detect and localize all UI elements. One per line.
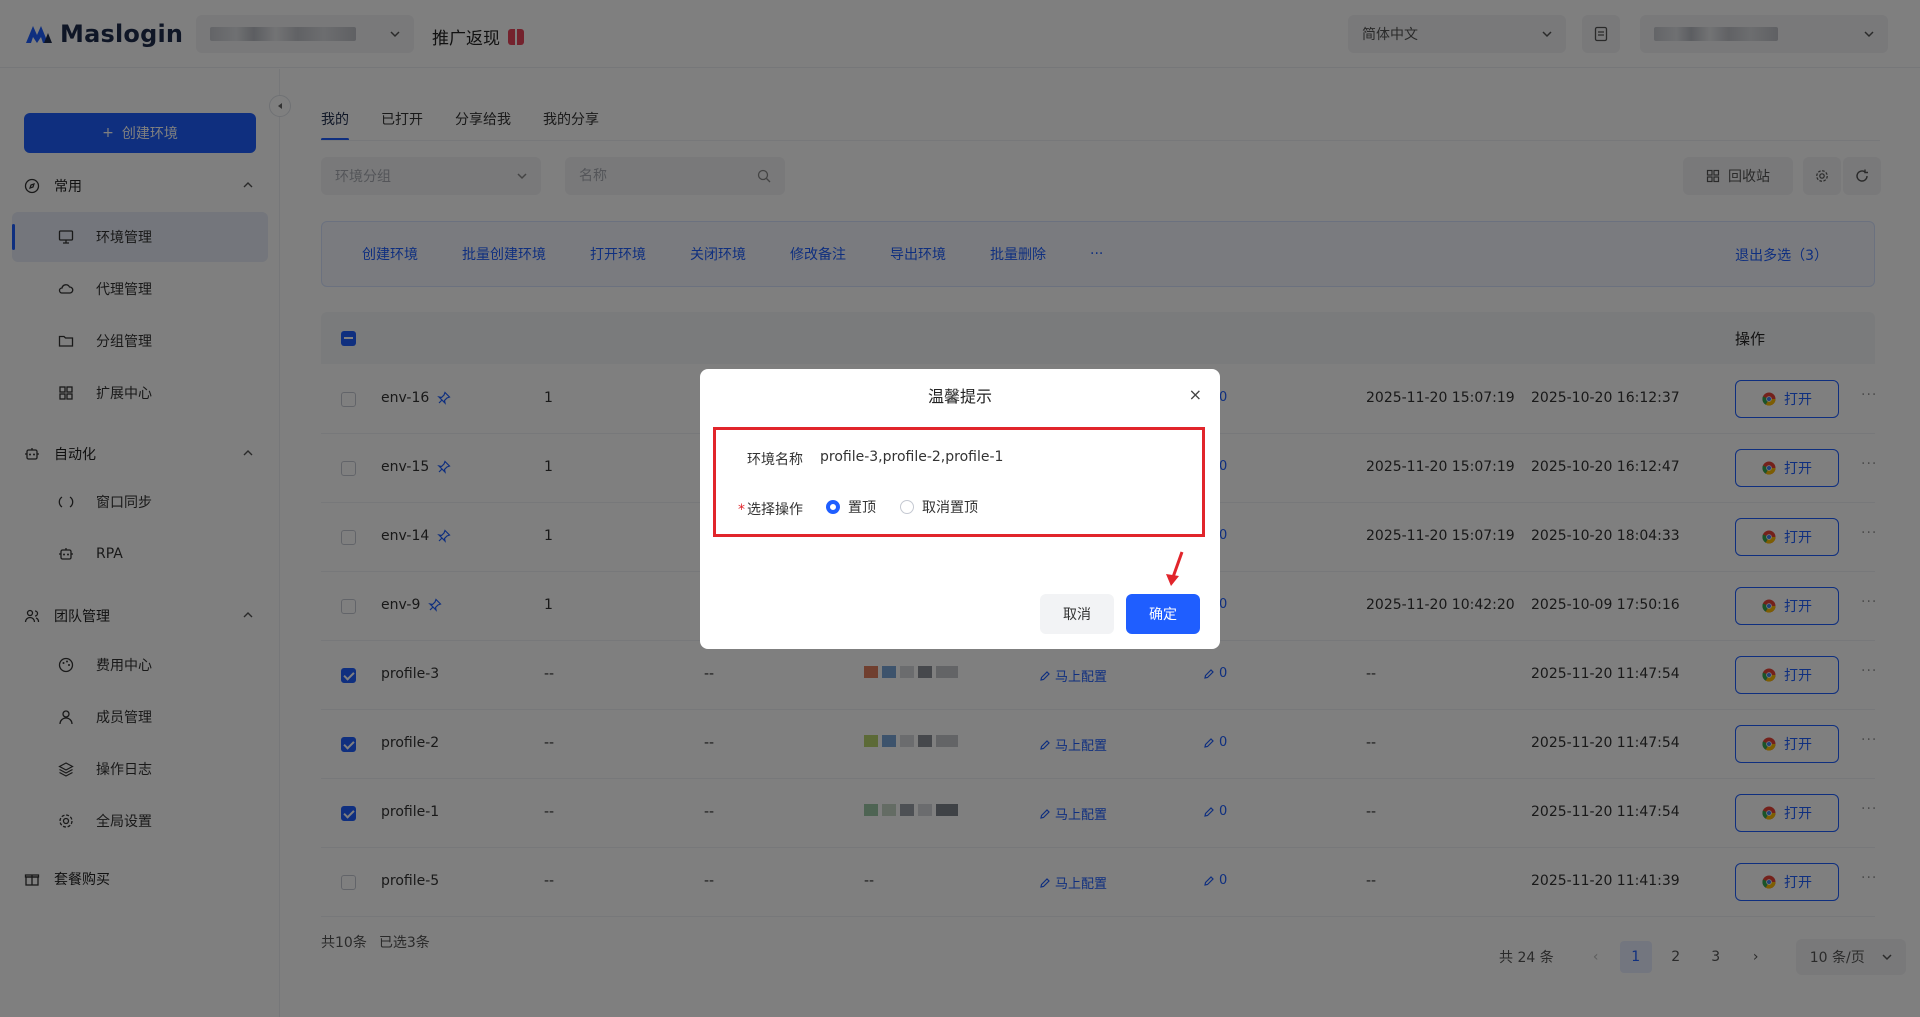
radio-label: 置顶 xyxy=(848,500,876,516)
cancel-button[interactable]: 取消 xyxy=(1040,594,1114,634)
confirm-button[interactable]: 确定 xyxy=(1126,594,1200,634)
radio-unpin[interactable]: 取消置顶 xyxy=(900,497,978,517)
select-operation-label: * 选择操作 xyxy=(738,499,803,519)
radio-unselected-icon xyxy=(900,500,914,514)
dialog-title: 温馨提示 xyxy=(927,387,992,406)
environment-name-label: 环境名称 xyxy=(747,452,803,468)
environment-name-value: profile-3,profile-2,profile-1 xyxy=(820,449,1004,465)
radio-label: 取消置顶 xyxy=(922,500,978,516)
select-operation-text: 选择操作 xyxy=(747,502,803,518)
pin-confirm-dialog: 温馨提示 × 环境名称 profile-3,profile-2,profile-… xyxy=(700,369,1220,649)
close-icon[interactable]: × xyxy=(1189,385,1202,404)
required-mark: * xyxy=(738,502,745,518)
red-arrow-annotation xyxy=(1166,551,1184,586)
radio-selected-icon xyxy=(826,500,840,514)
radio-pin-top[interactable]: 置顶 xyxy=(826,497,876,517)
highlight-annotation-box xyxy=(713,427,1205,537)
